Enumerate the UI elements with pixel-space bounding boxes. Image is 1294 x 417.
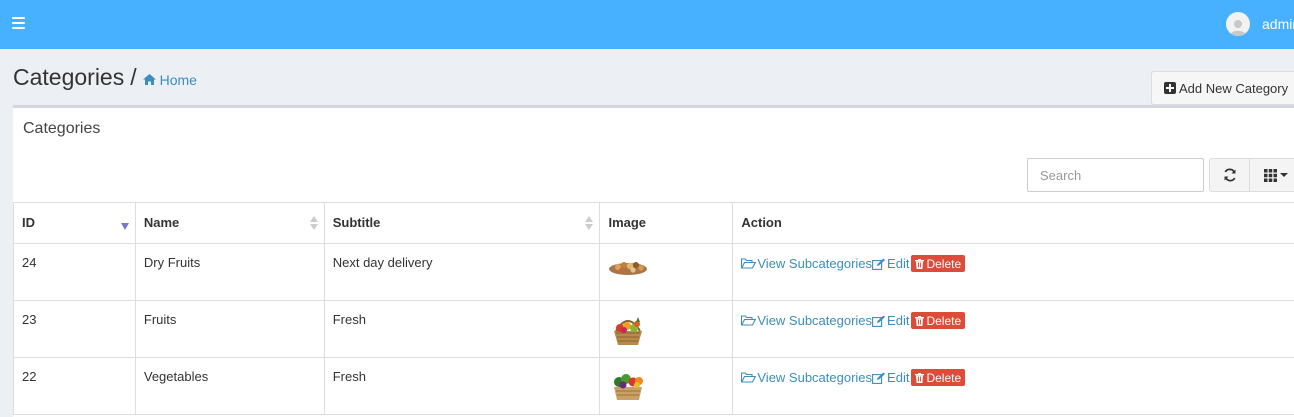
breadcrumb-home-link[interactable]: Home (142, 71, 197, 88)
view-subcategories-link[interactable]: View Subcategories (741, 256, 872, 271)
cell-subtitle: Fresh (323, 357, 601, 415)
delete-button[interactable]: Delete (911, 369, 966, 386)
add-new-category-label: Add New Category (1179, 80, 1289, 96)
cell-subtitle: Fresh (323, 300, 601, 358)
delete-label: Delete (926, 370, 962, 385)
categories-table: ID Name Subtitle Image Action 24 Dry Fru… (13, 202, 1294, 415)
cell-subtitle: Next day delivery (323, 243, 601, 301)
delete-button[interactable]: Delete (911, 255, 966, 272)
edit-link[interactable]: Edit (872, 370, 909, 385)
refresh-icon (1224, 168, 1235, 182)
edit-icon (872, 315, 886, 327)
trash-icon (915, 315, 925, 326)
categories-box: Categories ID Name Subtitle Image Ac (13, 105, 1294, 417)
view-subcategories-label: View Subcategories (757, 313, 873, 328)
refresh-button[interactable] (1209, 158, 1250, 192)
cell-name: Dry Fruits (134, 243, 325, 301)
top-navbar: admin (0, 0, 1294, 49)
cell-image (599, 243, 734, 301)
caret-down-icon (1280, 173, 1288, 177)
sort-icon (309, 216, 318, 230)
avatar (1226, 12, 1250, 36)
user-menu[interactable]: admin (1226, 12, 1294, 36)
dry-fruits-thumbnail (609, 262, 648, 275)
trash-icon (915, 372, 925, 383)
home-icon (142, 74, 156, 85)
page-title: Categories / Home (13, 64, 197, 91)
folder-open-icon (741, 315, 757, 326)
plus-square-icon (1164, 82, 1176, 94)
table-row: 24 Dry Fruits Next day delivery View Sub… (13, 243, 1294, 301)
fruit-basket-thumbnail (614, 317, 643, 345)
page-title-text: Categories (13, 64, 125, 90)
box-title: Categories (23, 120, 101, 137)
view-subcategories-link[interactable]: View Subcategories (741, 313, 872, 328)
view-subcategories-label: View Subcategories (757, 370, 873, 385)
column-header-label: Subtitle (332, 215, 381, 230)
delete-label: Delete (926, 313, 962, 328)
column-header-id[interactable]: ID (13, 202, 136, 244)
add-new-category-button[interactable]: Add New Category (1151, 71, 1294, 105)
username: admin (1262, 16, 1294, 32)
edit-link[interactable]: Edit (872, 256, 909, 271)
sort-desc-icon (120, 223, 129, 230)
view-subcategories-link[interactable]: View Subcategories (741, 370, 872, 385)
column-header-image: Image (599, 202, 734, 244)
cell-id: 22 (13, 357, 136, 415)
column-header-action: Action (732, 202, 1294, 244)
edit-label: Edit (887, 256, 910, 271)
edit-icon (872, 258, 886, 270)
column-header-subtitle[interactable]: Subtitle (323, 202, 601, 244)
edit-icon (872, 372, 886, 384)
columns-toggle-button[interactable] (1249, 158, 1294, 192)
cell-actions: View Subcategories Edit Delete (732, 357, 1294, 415)
edit-link[interactable]: Edit (872, 313, 909, 328)
cell-name: Fruits (134, 300, 325, 358)
edit-label: Edit (887, 313, 910, 328)
table-header-row: ID Name Subtitle Image Action (13, 202, 1294, 244)
breadcrumb-separator: / (130, 64, 137, 90)
search-input[interactable] (1027, 158, 1204, 192)
breadcrumb-home-label: Home (159, 71, 197, 88)
cell-id: 24 (13, 243, 136, 301)
column-header-name[interactable]: Name (134, 202, 325, 244)
column-header-label: Image (608, 215, 647, 230)
grid-icon (1264, 168, 1277, 182)
column-header-label: ID (22, 215, 35, 230)
view-subcategories-label: View Subcategories (757, 256, 873, 271)
vegetable-basket-thumbnail (614, 374, 644, 400)
sort-icon (585, 216, 594, 230)
menu-toggle-icon[interactable] (12, 17, 25, 29)
trash-icon (915, 258, 925, 269)
delete-button[interactable]: Delete (911, 312, 966, 329)
cell-actions: View Subcategories Edit Delete (732, 243, 1294, 301)
delete-label: Delete (926, 256, 962, 271)
edit-label: Edit (887, 370, 910, 385)
table-row: 22 Vegetables Fresh View Subcategories E… (13, 357, 1294, 415)
column-header-label: Action (741, 215, 782, 230)
cell-name: Vegetables (134, 357, 325, 415)
folder-open-icon (741, 258, 757, 269)
cell-image (599, 300, 734, 358)
folder-open-icon (741, 372, 757, 383)
cell-image (599, 357, 734, 415)
column-header-label: Name (143, 215, 180, 230)
cell-actions: View Subcategories Edit Delete (732, 300, 1294, 358)
table-row: 23 Fruits Fresh View Subcategories Edit … (13, 300, 1294, 358)
cell-id: 23 (13, 300, 136, 358)
